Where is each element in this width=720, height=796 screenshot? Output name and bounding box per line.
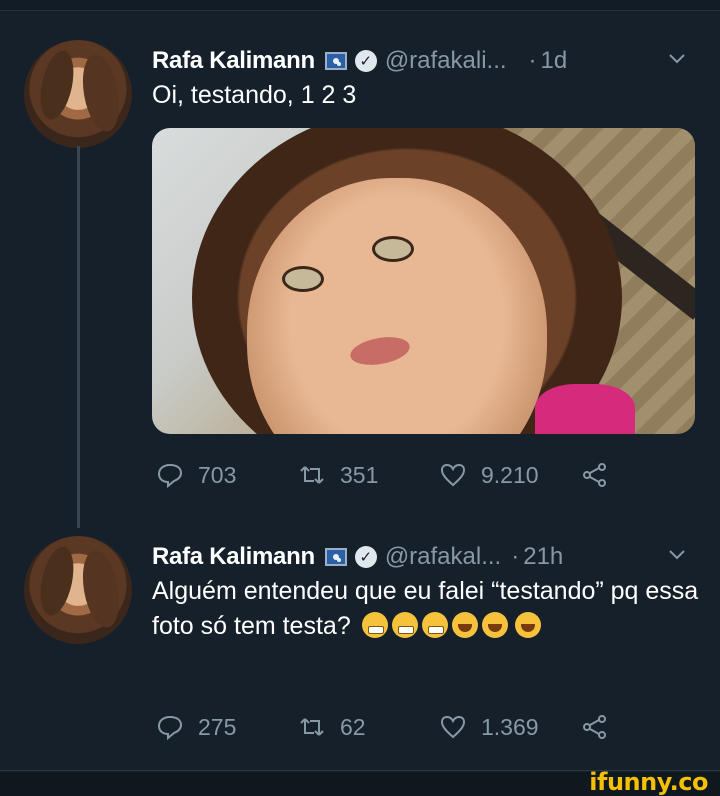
reply-button[interactable]: 275 [156,713,298,741]
chevron-down-icon[interactable] [668,50,686,68]
share-icon [583,463,606,487]
reply-count: 703 [198,461,237,488]
flag-icon [324,52,347,70]
tweet-photo[interactable] [152,128,695,434]
timestamp[interactable]: 21h [523,543,563,571]
heart-icon [440,463,466,487]
heart-icon [440,715,466,739]
retweet-icon [300,718,324,736]
share-button[interactable] [581,713,609,741]
grinning-emoji-icon [481,612,508,638]
photo-eye [372,236,414,262]
flag-icon [324,548,347,566]
reply-button[interactable]: 703 [156,461,298,489]
share-button[interactable] [581,461,609,489]
tweet-text: Alguém entendeu que eu falei “testando” … [152,574,702,644]
tweet-actions: 275 62 1.369 [156,710,609,744]
display-name[interactable]: Rafa Kalimann [152,543,315,571]
grimacing-emoji-icon [391,612,418,638]
share-icon [583,715,606,739]
photo-top [535,384,635,434]
verified-badge-icon: ✓ [354,546,377,568]
tweet-header: Rafa Kalimann ✓ @rafakali... · 1d [152,44,567,78]
tweet-header: Rafa Kalimann ✓ @rafakal... · 21h [152,540,563,574]
handle[interactable]: @rafakal... [385,543,501,571]
handle[interactable]: @rafakali... [385,47,507,75]
tweet-text: Oi, testando, 1 2 3 [152,81,357,109]
reply-icon [157,715,183,741]
retweet-button[interactable]: 62 [298,713,439,741]
reply-icon [157,463,183,489]
verified-badge-icon: ✓ [354,50,377,72]
like-count: 1.369 [481,713,539,740]
thread-connector [77,146,80,528]
retweet-button[interactable]: 351 [298,461,439,489]
reply-count: 275 [198,713,237,740]
grimacing-emoji-icon [421,612,448,638]
like-button[interactable]: 9.210 [439,461,581,489]
grinning-emoji-icon [514,612,541,638]
retweet-icon [300,466,324,484]
grimacing-emoji-icon [361,612,388,638]
timestamp[interactable]: 1d [541,47,568,75]
watermark-logo: ifunny.co [589,768,708,796]
avatar[interactable] [24,40,132,148]
photo-eye [282,266,324,292]
grinning-emoji-icon [451,612,478,638]
tweet-actions: 703 351 9.210 [156,458,609,492]
retweet-count: 351 [340,461,379,488]
chevron-down-icon[interactable] [668,546,686,564]
like-button[interactable]: 1.369 [439,713,581,741]
avatar[interactable] [24,536,132,644]
display-name[interactable]: Rafa Kalimann [152,47,315,75]
top-divider [0,0,720,11]
separator: · [511,543,520,570]
retweet-count: 62 [340,713,366,740]
like-count: 9.210 [481,461,539,488]
separator: · [528,47,537,74]
